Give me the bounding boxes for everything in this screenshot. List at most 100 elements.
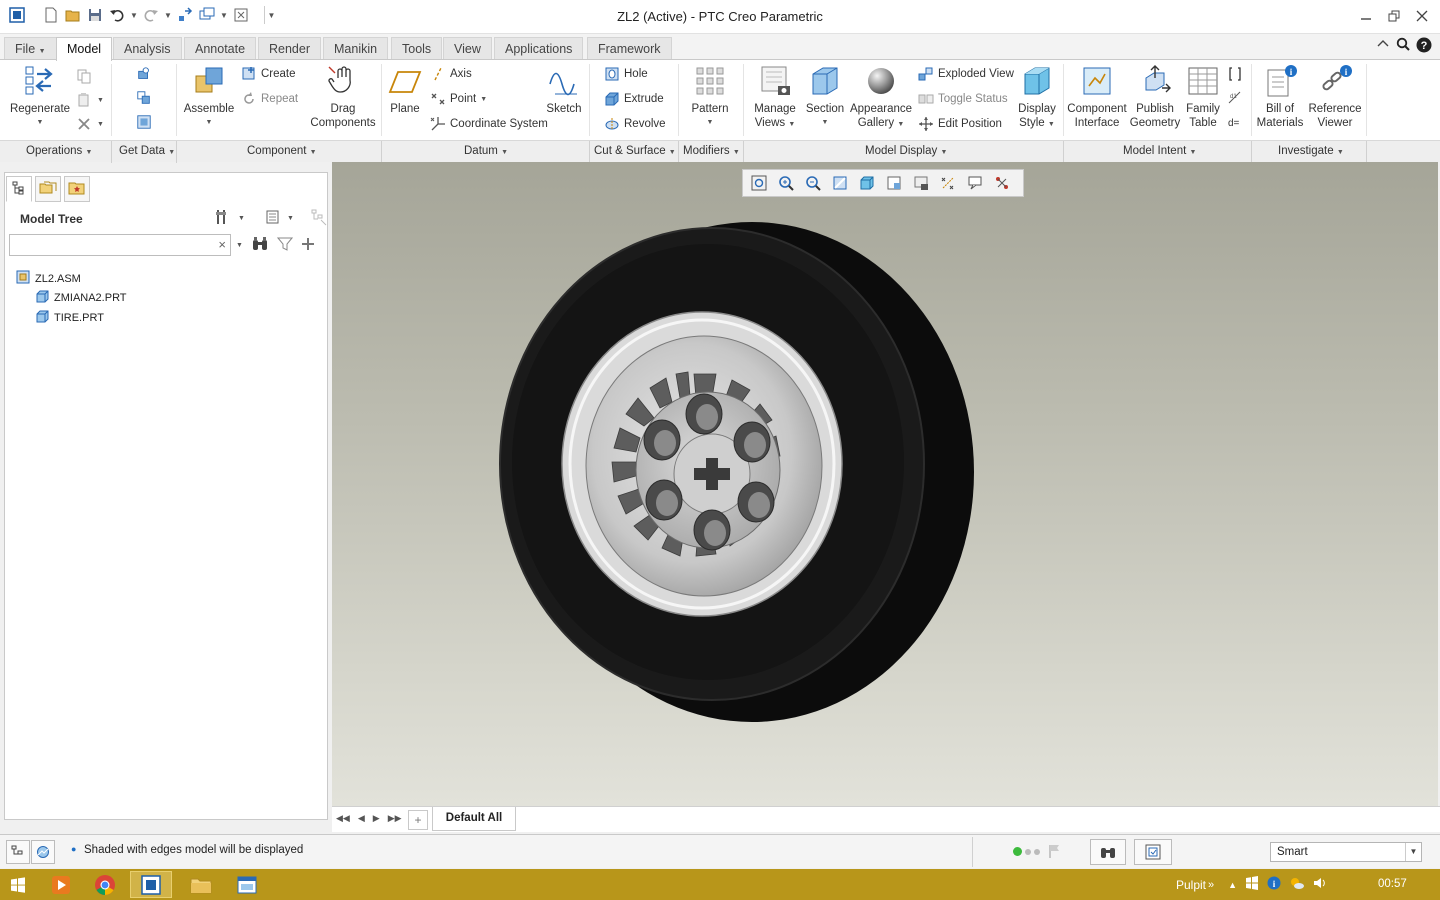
search-icon[interactable] <box>1396 37 1410 56</box>
view-manager-icon[interactable] <box>909 172 933 194</box>
group-operations[interactable]: Operations ▼ <box>26 145 92 157</box>
tab-folder-browser[interactable] <box>35 176 61 202</box>
group-model-display[interactable]: Model Display ▼ <box>865 145 947 157</box>
creo-taskbar-icon[interactable] <box>130 871 172 898</box>
tree-item-part[interactable]: TIRE.PRT <box>36 310 104 326</box>
point-button[interactable]: Point ▼ <box>430 90 487 108</box>
tray-pulpit-label[interactable]: Pulpit <box>1176 878 1206 892</box>
volume-icon[interactable] <box>1313 876 1327 893</box>
group-cut-surface[interactable]: Cut & Surface ▼ <box>594 145 676 157</box>
group-model-intent[interactable]: Model Intent ▼ <box>1123 145 1196 157</box>
tree-item-assembly[interactable]: ZL2.ASM <box>16 270 81 287</box>
edit-position-button[interactable]: Edit Position <box>918 115 1002 133</box>
axis-button[interactable]: Axis <box>430 65 472 83</box>
exploded-view-button[interactable]: Exploded View <box>918 65 1014 83</box>
copy-geometry-icon[interactable] <box>136 90 152 106</box>
restore-icon[interactable] <box>1382 6 1406 26</box>
selection-filter-select[interactable]: Smart ▼ <box>1270 842 1422 862</box>
display-style-view-icon[interactable] <box>855 172 879 194</box>
media-player-icon[interactable] <box>40 871 82 898</box>
find-button[interactable] <box>1090 839 1126 865</box>
delete-dropdown-icon[interactable]: ▼ <box>97 121 104 128</box>
revolve-button[interactable]: Revolve <box>604 115 666 133</box>
regeneration-status-icon[interactable] <box>1013 847 1040 856</box>
tab-annotate[interactable]: Annotate <box>184 37 257 60</box>
pattern-button[interactable]: Pattern ▼ <box>686 64 734 130</box>
info-tray-icon[interactable]: i <box>1267 876 1281 893</box>
model-tree-search-input[interactable]: × <box>9 234 231 256</box>
tab-model-tree[interactable] <box>6 176 32 202</box>
file-explorer-icon[interactable] <box>180 871 222 898</box>
flag-icon[interactable] <box>1048 844 1062 861</box>
relations-icon[interactable] <box>1227 66 1243 82</box>
copy-icon[interactable] <box>76 68 92 84</box>
family-table-button[interactable]: Family Table <box>1182 64 1224 130</box>
section-button[interactable]: Section ▼ <box>804 64 846 130</box>
refit-icon[interactable] <box>747 172 771 194</box>
group-datum[interactable]: Datum ▼ <box>464 145 508 157</box>
settings-tools-icon[interactable] <box>214 208 232 229</box>
group-get-data[interactable]: Get Data ▼ <box>119 145 175 157</box>
tab-render[interactable]: Render <box>258 37 321 60</box>
display-style-button[interactable]: Display Style ▼ <box>1014 64 1060 132</box>
annotation-display-icon[interactable] <box>963 172 987 194</box>
settings-dropdown-icon[interactable]: ▼ <box>238 215 245 222</box>
add-icon[interactable] <box>301 237 315 254</box>
close-icon[interactable] <box>1410 6 1434 26</box>
tab-file[interactable]: File ▼ <box>4 37 57 60</box>
tab-framework[interactable]: Framework <box>587 37 672 60</box>
chrome-icon[interactable] <box>84 871 126 898</box>
filter-dropdown-icon[interactable]: ▼ <box>1405 843 1421 861</box>
clear-search-icon[interactable]: × <box>218 237 226 252</box>
minimize-ribbon-icon[interactable] <box>1376 37 1390 56</box>
switch-dimensions-icon[interactable]: d1 <box>1227 90 1243 106</box>
create-button[interactable]: Create <box>241 65 296 83</box>
parameters-icon[interactable]: d= <box>1227 114 1243 130</box>
binoculars-icon[interactable] <box>251 236 269 255</box>
spin-center-icon[interactable] <box>990 172 1014 194</box>
shrinkwrap-icon[interactable] <box>136 114 152 130</box>
toggle-navigator-icon[interactable] <box>6 840 30 864</box>
show-dropdown-icon[interactable]: ▼ <box>287 215 294 222</box>
first-tab-icon[interactable]: ◀◀ <box>336 813 350 824</box>
delete-icon[interactable] <box>76 116 92 132</box>
tab-favorites[interactable] <box>64 176 90 202</box>
zoom-out-icon[interactable] <box>801 172 825 194</box>
manage-views-button[interactable]: Manage Views ▼ <box>748 64 802 132</box>
coordinate-system-button[interactable]: Coordinate System <box>430 115 548 133</box>
selection-filter-button[interactable] <box>1134 839 1172 865</box>
user-defined-feature-icon[interactable] <box>136 66 152 82</box>
saved-orientations-icon[interactable] <box>882 172 906 194</box>
repeat-button[interactable]: Repeat <box>241 90 298 108</box>
reference-viewer-button[interactable]: i Reference Viewer <box>1306 64 1364 130</box>
tray-chevron[interactable]: » <box>1208 879 1214 891</box>
show-list-icon[interactable] <box>265 209 281 228</box>
filter-icon[interactable] <box>276 236 294 255</box>
search-history-dropdown-icon[interactable]: ▼ <box>236 242 243 249</box>
plane-button[interactable]: Plane <box>384 64 426 116</box>
weather-tray-icon[interactable] <box>1289 876 1305 893</box>
last-tab-icon[interactable]: ▶▶ <box>388 813 402 824</box>
regenerate-button[interactable]: Regenerate ▼ <box>8 64 72 130</box>
toggle-status-button[interactable]: Toggle Status <box>918 90 1008 108</box>
tab-applications[interactable]: Applications <box>494 37 584 60</box>
publish-geometry-button[interactable]: Publish Geometry <box>1128 64 1182 130</box>
show-hidden-icons-icon[interactable]: ▲ <box>1228 880 1237 890</box>
group-modifiers[interactable]: Modifiers ▼ <box>683 145 740 157</box>
repaint-icon[interactable] <box>828 172 852 194</box>
group-component[interactable]: Component ▼ <box>247 145 317 157</box>
add-view-tab-button[interactable]: + <box>408 810 428 830</box>
next-tab-icon[interactable]: ▶ <box>373 813 380 824</box>
start-icon[interactable] <box>0 871 36 898</box>
hole-button[interactable]: Hole <box>604 65 648 83</box>
group-investigate[interactable]: Investigate ▼ <box>1278 145 1344 157</box>
clock[interactable]: 00:57 <box>1378 878 1407 890</box>
previous-tab-icon[interactable]: ◀ <box>358 813 365 824</box>
paste-dropdown-icon[interactable]: ▼ <box>97 97 104 104</box>
sketch-button[interactable]: Sketch <box>543 64 585 116</box>
window-app-icon[interactable] <box>226 871 268 898</box>
appearance-gallery-button[interactable]: Appearance Gallery ▼ <box>849 64 913 132</box>
help-icon[interactable]: ? <box>1416 37 1432 56</box>
datum-display-filters-icon[interactable] <box>936 172 960 194</box>
tab-view[interactable]: View <box>443 37 492 60</box>
